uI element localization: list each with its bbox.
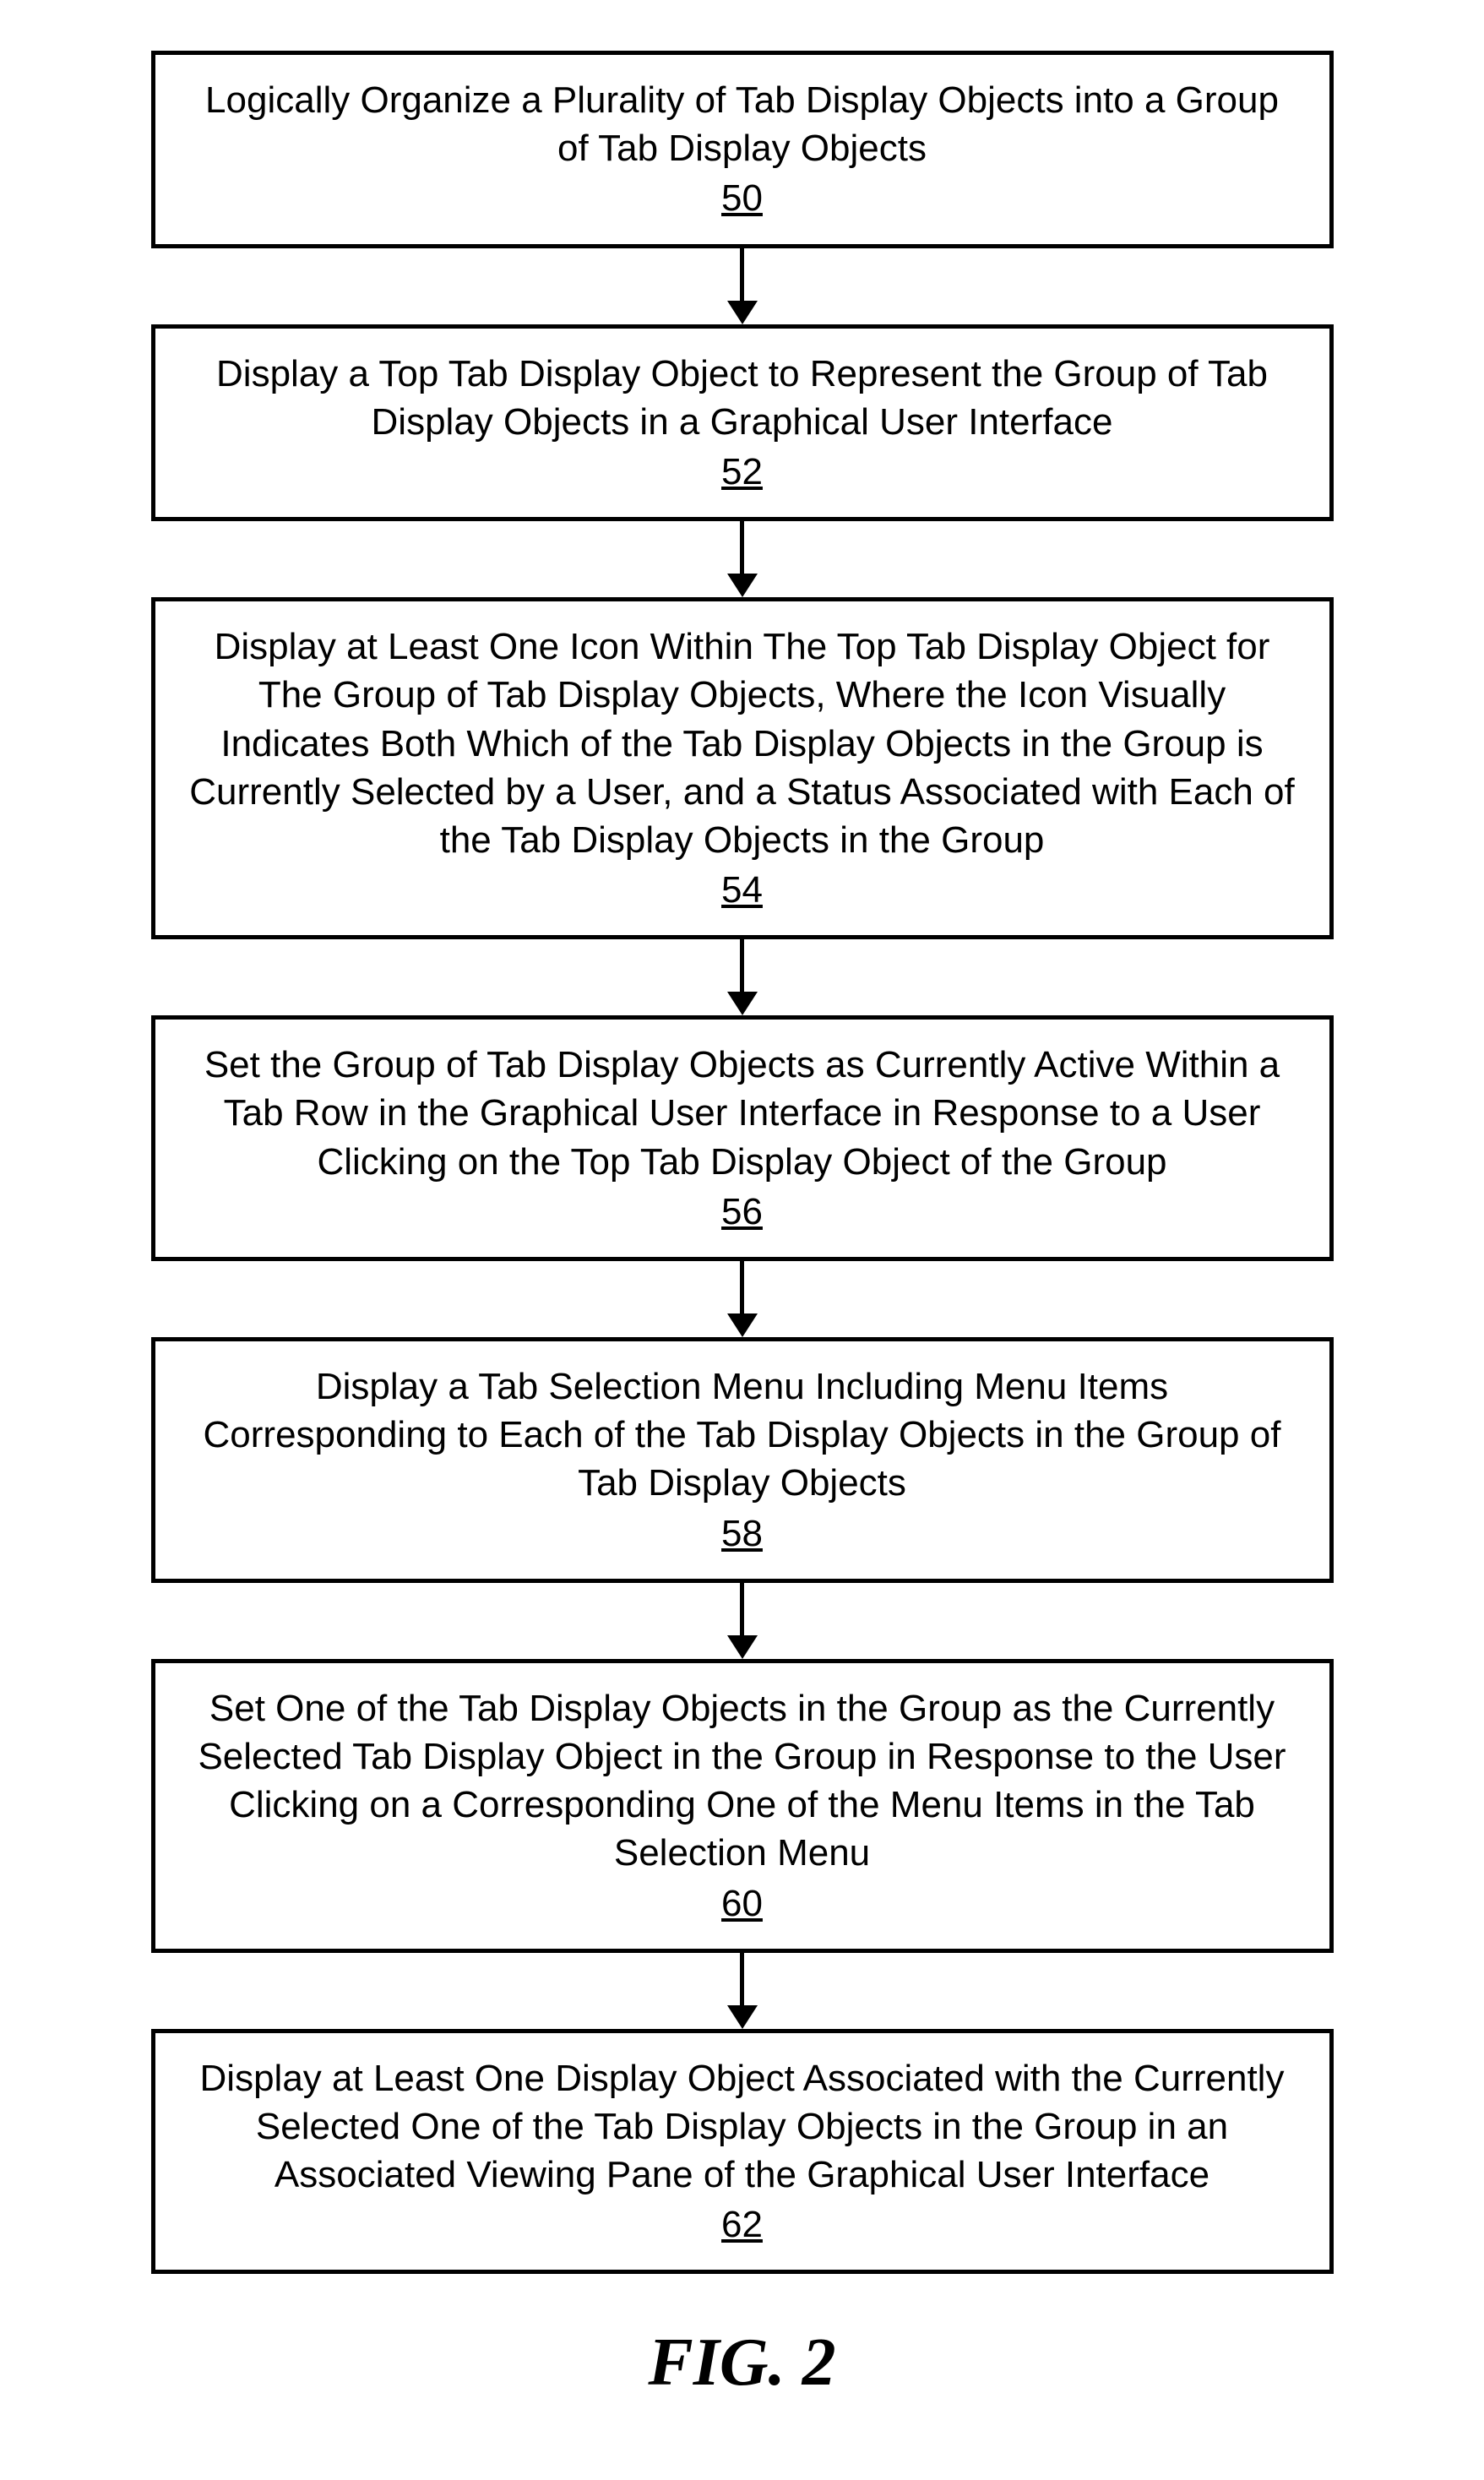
- step-text: Set the Group of Tab Display Objects as …: [189, 1041, 1296, 1186]
- arrow-icon: [727, 939, 758, 1015]
- step-ref: 56: [721, 1188, 763, 1236]
- flowchart-step-52: Display a Top Tab Display Object to Repr…: [151, 324, 1334, 522]
- step-ref: 50: [721, 174, 763, 222]
- flowchart-step-56: Set the Group of Tab Display Objects as …: [151, 1015, 1334, 1261]
- step-ref: 52: [721, 448, 763, 496]
- arrow-icon: [727, 1583, 758, 1659]
- flowchart-step-62: Display at Least One Display Object Asso…: [151, 2029, 1334, 2275]
- flowchart-step-50: Logically Organize a Plurality of Tab Di…: [151, 51, 1334, 248]
- arrow-icon: [727, 248, 758, 324]
- arrow-icon: [727, 521, 758, 597]
- step-text: Set One of the Tab Display Objects in th…: [189, 1684, 1296, 1878]
- step-ref: 62: [721, 2200, 763, 2249]
- flowchart-step-60: Set One of the Tab Display Objects in th…: [151, 1659, 1334, 1953]
- step-ref: 54: [721, 866, 763, 914]
- step-ref: 58: [721, 1509, 763, 1558]
- arrow-icon: [727, 1953, 758, 2029]
- step-text: Display at Least One Display Object Asso…: [189, 2054, 1296, 2200]
- flowchart-step-54: Display at Least One Icon Within The Top…: [151, 597, 1334, 939]
- flowchart-step-58: Display a Tab Selection Menu Including M…: [151, 1337, 1334, 1583]
- arrow-icon: [727, 1261, 758, 1337]
- step-ref: 60: [721, 1879, 763, 1928]
- step-text: Display at Least One Icon Within The Top…: [189, 623, 1296, 864]
- figure-label: FIG. 2: [648, 2325, 835, 2401]
- step-text: Display a Tab Selection Menu Including M…: [189, 1362, 1296, 1508]
- step-text: Display a Top Tab Display Object to Repr…: [189, 350, 1296, 446]
- step-text: Logically Organize a Plurality of Tab Di…: [189, 76, 1296, 172]
